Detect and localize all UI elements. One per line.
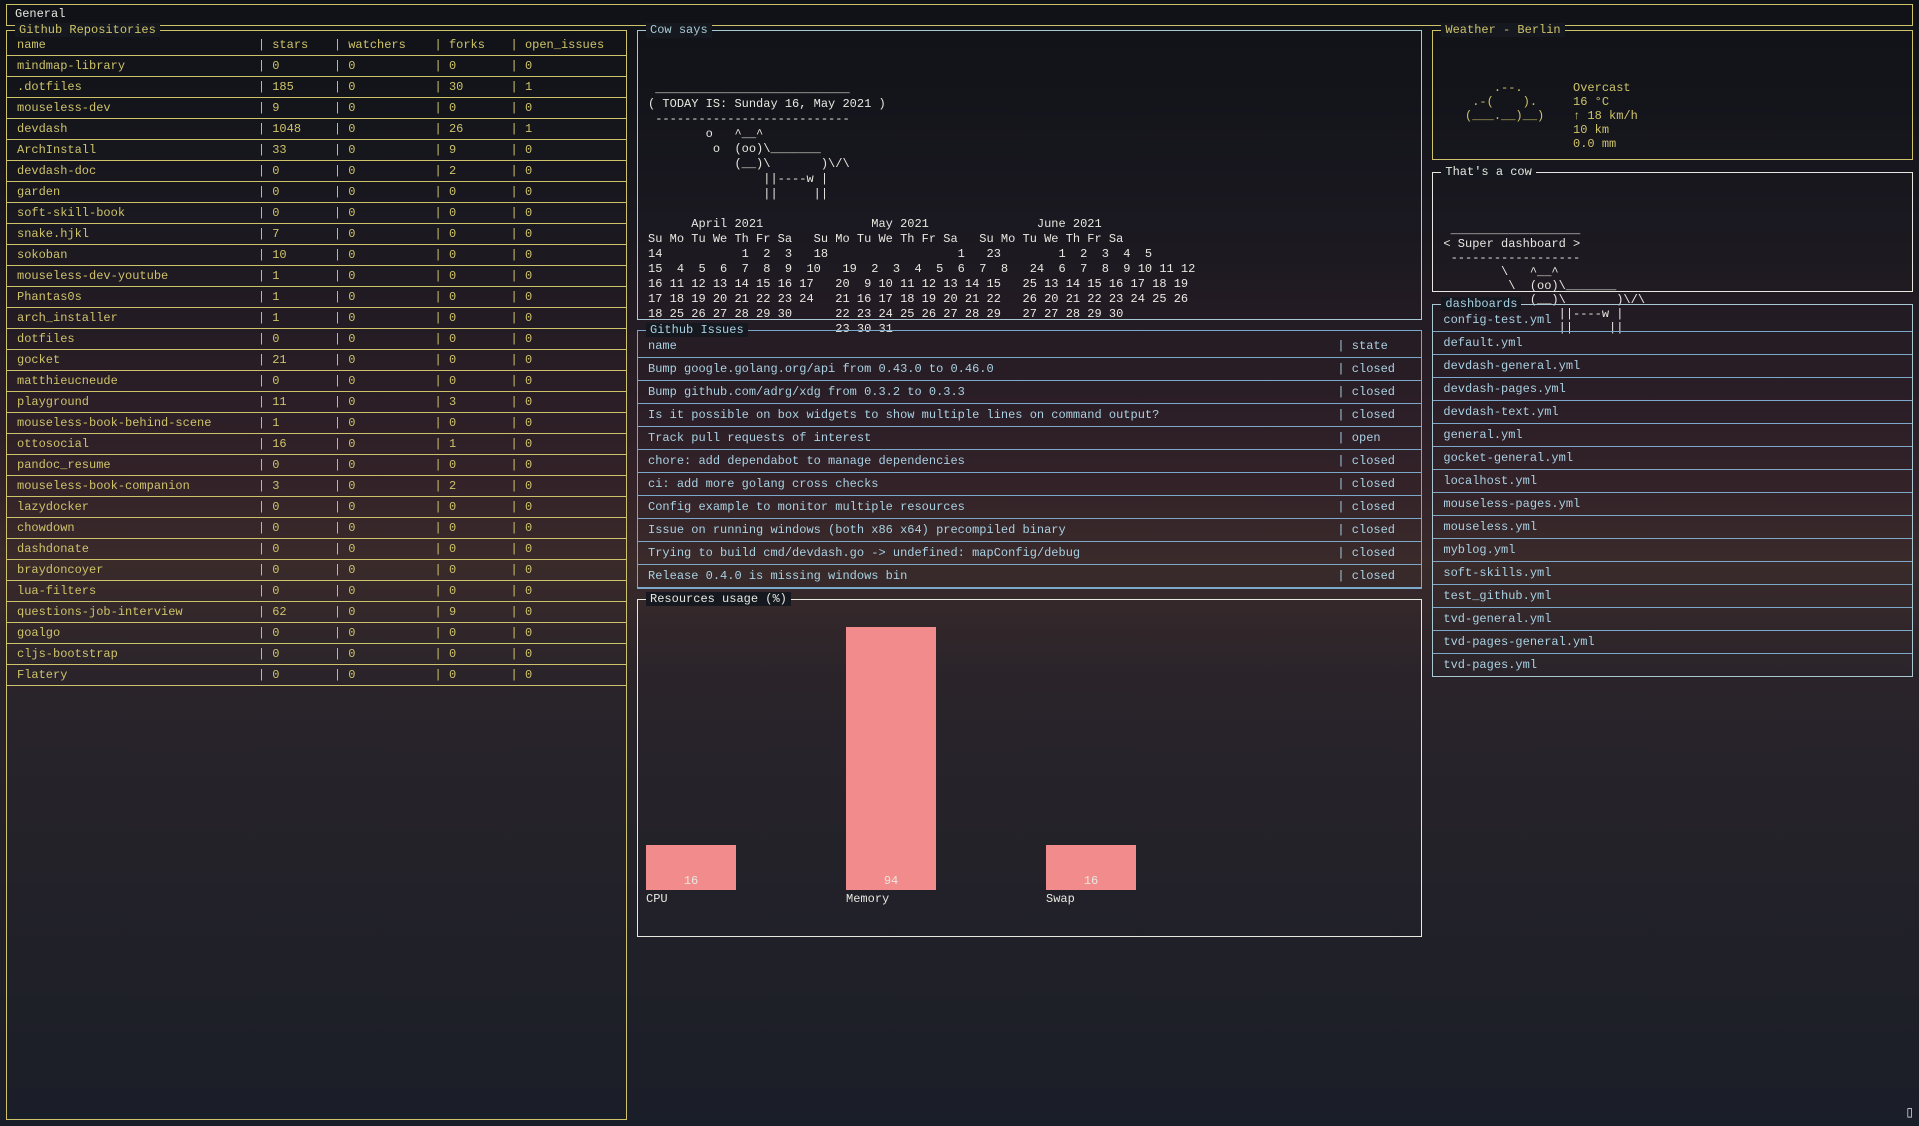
bar-label: CPU bbox=[646, 892, 668, 906]
table-row[interactable]: Track pull requests of interestopen bbox=[638, 427, 1421, 450]
list-item[interactable]: soft-skills.yml bbox=[1433, 562, 1912, 585]
table-row[interactable]: pandoc_resume0000 bbox=[7, 455, 626, 476]
table-row[interactable]: Bump google.golang.org/api from 0.43.0 t… bbox=[638, 358, 1421, 381]
table-row[interactable]: mouseless-book-behind-scene1000 bbox=[7, 413, 626, 434]
table-row[interactable]: devdash10480261 bbox=[7, 119, 626, 140]
repo-col-watchers: watchers bbox=[324, 35, 425, 56]
list-item[interactable]: localhost.yml bbox=[1433, 470, 1912, 493]
list-item[interactable]: config-test.yml bbox=[1433, 309, 1912, 332]
table-row[interactable]: devdash-doc0020 bbox=[7, 161, 626, 182]
tab-general[interactable]: General bbox=[7, 5, 73, 23]
panel-title: Github Repositories bbox=[15, 23, 160, 37]
table-row[interactable]: mindmap-library0000 bbox=[7, 56, 626, 77]
thats-a-cow-panel: That's a cow __________________ < Super … bbox=[1432, 172, 1913, 292]
table-row[interactable]: Issue on running windows (both x86 x64) … bbox=[638, 519, 1421, 542]
table-row[interactable]: chowdown0000 bbox=[7, 518, 626, 539]
list-item[interactable]: test_github.yml bbox=[1433, 585, 1912, 608]
repo-col-stars: stars bbox=[248, 35, 324, 56]
table-row[interactable]: garden0000 bbox=[7, 182, 626, 203]
table-row[interactable]: mouseless-book-companion3020 bbox=[7, 476, 626, 497]
list-item[interactable]: devdash-general.yml bbox=[1433, 355, 1912, 378]
table-row[interactable]: matthieucneude0000 bbox=[7, 371, 626, 392]
table-row[interactable]: questions-job-interview62090 bbox=[7, 602, 626, 623]
table-row[interactable]: .dotfiles1850301 bbox=[7, 77, 626, 98]
panel-title: That's a cow bbox=[1441, 165, 1535, 179]
list-item[interactable]: tvd-pages-general.yml bbox=[1433, 631, 1912, 654]
panel-title: Weather - Berlin bbox=[1441, 23, 1564, 37]
table-row[interactable]: Is it possible on box widgets to show mu… bbox=[638, 404, 1421, 427]
scroll-indicator: ▯ bbox=[1906, 1105, 1913, 1120]
table-row[interactable]: playground11030 bbox=[7, 392, 626, 413]
table-row[interactable]: Config example to monitor multiple resou… bbox=[638, 496, 1421, 519]
dashboards-panel: dashboards config-test.ymldefault.ymldev… bbox=[1432, 304, 1913, 677]
table-row[interactable]: goalgo0000 bbox=[7, 623, 626, 644]
panel-title: Cow says bbox=[646, 23, 712, 38]
repo-col-name: name bbox=[7, 35, 248, 56]
bar-value: 16 bbox=[1046, 874, 1136, 890]
table-row[interactable]: soft-skill-book0000 bbox=[7, 203, 626, 224]
weather-body: .--. Overcast .-( ). 16 °C (___.__)__) ↑… bbox=[1443, 81, 1902, 151]
bar-label: Swap bbox=[1046, 892, 1075, 906]
table-row[interactable]: Phantas0s1000 bbox=[7, 287, 626, 308]
list-item[interactable]: devdash-pages.yml bbox=[1433, 378, 1912, 401]
weather-panel: Weather - Berlin .--. Overcast .-( ). 16… bbox=[1432, 30, 1913, 160]
table-row[interactable]: ArchInstall33090 bbox=[7, 140, 626, 161]
table-row[interactable]: lua-filters0000 bbox=[7, 581, 626, 602]
bar-value: 16 bbox=[646, 874, 736, 890]
list-item[interactable]: tvd-general.yml bbox=[1433, 608, 1912, 631]
issue-col-name: name bbox=[638, 335, 1327, 358]
table-row[interactable]: dotfiles0000 bbox=[7, 329, 626, 350]
github-issues-panel: Github Issues namestate Bump google.gola… bbox=[637, 330, 1422, 589]
table-row[interactable]: braydoncoyer0000 bbox=[7, 560, 626, 581]
list-item[interactable]: mouseless-pages.yml bbox=[1433, 493, 1912, 516]
list-item[interactable]: mouseless.yml bbox=[1433, 516, 1912, 539]
bar-cpu: 16 CPU bbox=[642, 845, 842, 906]
table-row[interactable]: chore: add dependabot to manage dependen… bbox=[638, 450, 1421, 473]
table-row[interactable]: mouseless-dev-youtube1000 bbox=[7, 266, 626, 287]
repo-col-open_issues: open_issues bbox=[501, 35, 627, 56]
github-repositories-panel: Github Repositories namestarswatchersfor… bbox=[6, 30, 627, 1120]
table-row[interactable]: dashdonate0000 bbox=[7, 539, 626, 560]
table-row[interactable]: arch_installer1000 bbox=[7, 308, 626, 329]
list-item[interactable]: myblog.yml bbox=[1433, 539, 1912, 562]
list-item[interactable]: gocket-general.yml bbox=[1433, 447, 1912, 470]
table-row[interactable]: ottosocial16010 bbox=[7, 434, 626, 455]
table-row[interactable]: cljs-bootstrap0000 bbox=[7, 644, 626, 665]
panel-title: Github Issues bbox=[646, 323, 748, 337]
list-item[interactable]: devdash-text.yml bbox=[1433, 401, 1912, 424]
table-row[interactable]: Flatery0000 bbox=[7, 665, 626, 686]
bar-swap: 16 Swap bbox=[1042, 845, 1242, 906]
header-bar: General bbox=[6, 4, 1913, 26]
table-row[interactable]: mouseless-dev9000 bbox=[7, 98, 626, 119]
bar: 16 bbox=[1046, 845, 1136, 890]
table-row[interactable]: ci: add more golang cross checksclosed bbox=[638, 473, 1421, 496]
list-item[interactable]: general.yml bbox=[1433, 424, 1912, 447]
table-row[interactable]: lazydocker0000 bbox=[7, 497, 626, 518]
bar-memory: 94 Memory bbox=[842, 627, 1042, 906]
bar: 94 bbox=[846, 627, 936, 890]
list-item[interactable]: tvd-pages.yml bbox=[1433, 654, 1912, 676]
panel-title: Resources usage (%) bbox=[646, 592, 791, 606]
cow-says-panel: Cow says ___________________________ ( T… bbox=[637, 30, 1422, 320]
resources-usage-panel: Resources usage (%) 16CPU94Memory16Swap bbox=[637, 599, 1422, 937]
bar-value: 94 bbox=[846, 874, 936, 890]
bar: 16 bbox=[646, 845, 736, 890]
table-row[interactable]: sokoban10000 bbox=[7, 245, 626, 266]
table-row[interactable]: Release 0.4.0 is missing windows binclos… bbox=[638, 565, 1421, 588]
table-row[interactable]: Trying to build cmd/devdash.go -> undefi… bbox=[638, 542, 1421, 565]
bar-label: Memory bbox=[846, 892, 889, 906]
table-row[interactable]: Bump github.com/adrg/xdg from 0.3.2 to 0… bbox=[638, 381, 1421, 404]
table-row[interactable]: snake.hjkl7000 bbox=[7, 224, 626, 245]
panel-title: dashboards bbox=[1441, 297, 1521, 311]
repo-col-forks: forks bbox=[425, 35, 501, 56]
list-item[interactable]: default.yml bbox=[1433, 332, 1912, 355]
issue-col-state: state bbox=[1327, 335, 1421, 358]
table-row[interactable]: gocket21000 bbox=[7, 350, 626, 371]
cow-text: ___________________________ ( TODAY IS: … bbox=[648, 82, 1411, 337]
